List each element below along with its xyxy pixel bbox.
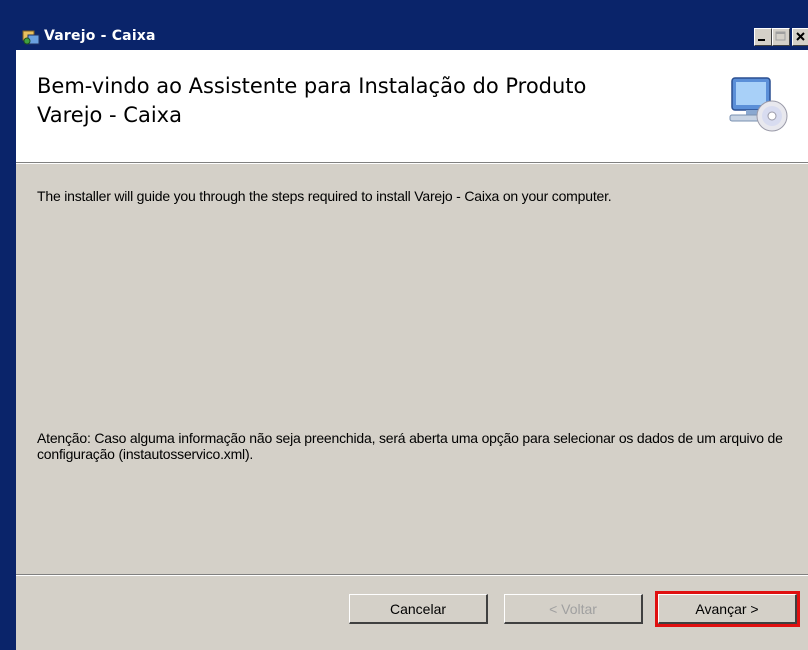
notice-text: Atenção: Caso alguma informação não seja… (37, 430, 783, 462)
intro-text: The installer will guide you through the… (37, 188, 612, 204)
title-bar[interactable]: Varejo - Caixa (16, 24, 808, 50)
close-button[interactable] (792, 28, 808, 46)
next-button[interactable]: Avançar > (655, 591, 800, 627)
minimize-button[interactable] (754, 28, 772, 46)
back-button[interactable]: < Voltar (504, 594, 643, 624)
computer-cd-icon (729, 77, 788, 132)
installer-app-icon (22, 30, 40, 45)
header-divider (16, 163, 808, 164)
window-title: Varejo - Caixa (44, 28, 156, 44)
installer-window: Varejo - Caixa Bem-vindo ao Assistente p… (0, 0, 808, 650)
dialog-content: Bem-vindo ao Assistente para Instalação … (16, 50, 808, 650)
minimize-icon (758, 39, 765, 41)
cancel-button[interactable]: Cancelar (349, 594, 488, 624)
footer-divider-highlight (16, 575, 808, 576)
page-title: Bem-vindo ao Assistente para Instalação … (37, 74, 587, 127)
wizard-header: Bem-vindo ao Assistente para Instalação … (16, 50, 808, 163)
maximize-button[interactable] (772, 28, 790, 46)
maximize-icon (775, 31, 786, 41)
close-icon (796, 32, 805, 41)
